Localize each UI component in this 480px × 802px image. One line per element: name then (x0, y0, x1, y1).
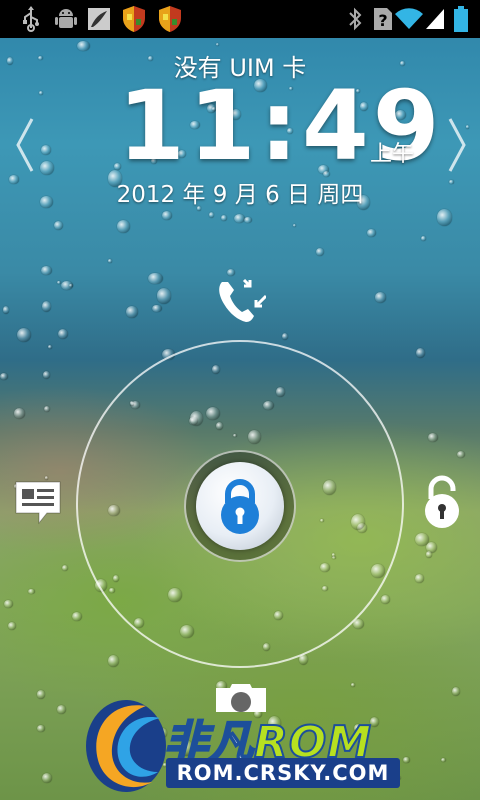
raindrop (292, 223, 296, 228)
raindrop (350, 682, 356, 687)
raindrop (414, 574, 424, 583)
raindrop (57, 280, 61, 284)
previous-page-chevron[interactable] (10, 115, 40, 175)
raindrop (108, 259, 112, 263)
raindrop (72, 611, 82, 621)
shield-app-icon (156, 0, 184, 38)
raindrop (3, 599, 13, 609)
raindrop (41, 265, 52, 275)
raindrop (54, 220, 64, 230)
raindrop (36, 690, 46, 699)
usb-icon (14, 0, 48, 38)
raindrop (38, 90, 43, 96)
raindrop (315, 247, 324, 256)
sim-help-glyph: ? (378, 11, 387, 30)
status-bar: ? (0, 0, 480, 38)
raindrop (416, 347, 425, 358)
raindrop (125, 305, 138, 319)
file-icon (86, 0, 112, 38)
signal-icon (424, 0, 446, 38)
raindrop (421, 235, 426, 241)
unknown-sim-icon: ? (372, 0, 394, 38)
raindrop (42, 773, 53, 783)
watermark-url: ROM.CRSKY.COM (166, 758, 400, 788)
wifi-icon (394, 0, 424, 38)
raindrop (425, 551, 433, 558)
missed-call-icon[interactable] (212, 274, 268, 328)
raindrop (43, 406, 50, 413)
raindrop (367, 229, 376, 237)
next-page-chevron[interactable] (442, 115, 472, 175)
raindrop (162, 211, 172, 221)
raindrop (457, 450, 466, 458)
raindrop (215, 42, 219, 46)
raindrop (156, 288, 172, 304)
raindrop (152, 304, 162, 313)
raindrop (37, 725, 45, 733)
raindrop (244, 216, 252, 223)
raindrop (58, 328, 68, 339)
raindrop (437, 209, 452, 226)
message-icon[interactable] (12, 478, 64, 528)
battery-icon (452, 0, 470, 38)
lock-icon[interactable] (196, 462, 284, 550)
raindrop (13, 407, 26, 419)
bluetooth-icon (344, 0, 366, 38)
raindrop (148, 272, 163, 285)
raindrop (40, 144, 52, 155)
raindrop (108, 654, 119, 668)
raindrop (451, 686, 460, 696)
raindrop (43, 371, 51, 379)
clock-date: 2012 年 9 月 6 日 周四 (116, 182, 364, 208)
android-debug-icon (52, 0, 80, 38)
unlock-icon[interactable] (418, 474, 466, 530)
shield-app-icon (120, 0, 148, 38)
raindrop (374, 292, 386, 303)
raindrop (56, 705, 66, 715)
raindrop (61, 280, 73, 290)
clock-ampm: 上午 (370, 142, 415, 167)
raindrop (39, 160, 54, 175)
